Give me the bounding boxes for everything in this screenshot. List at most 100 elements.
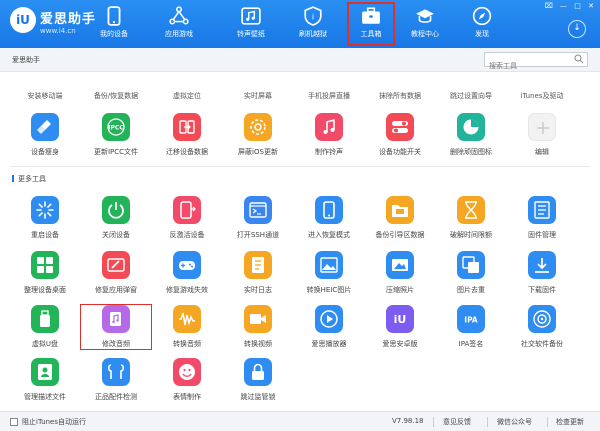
search-box[interactable] <box>484 52 588 73</box>
tool-toggle[interactable]: 设备功能开关 <box>365 113 435 157</box>
feedback-link[interactable]: 意见反馈 <box>443 417 471 427</box>
deactivate-icon <box>173 196 201 224</box>
tool-plus[interactable]: 编辑 <box>507 113 577 157</box>
itunes-block-checkbox[interactable] <box>10 418 18 426</box>
phone-icon <box>104 6 124 26</box>
log-icon <box>244 251 272 279</box>
tool-waveform[interactable]: 转换音频 <box>152 305 222 349</box>
tool-profile[interactable]: 管理描述文件 <box>10 358 80 402</box>
nav-item-4[interactable]: 工具箱 <box>347 2 395 46</box>
tool-play[interactable]: 爱思播放器 <box>294 305 364 349</box>
search-input[interactable] <box>485 59 571 73</box>
tool-label: 社交软件备份 <box>521 340 563 348</box>
tool-label: 迁移设备数据 <box>166 148 208 156</box>
nav-label: 工具箱 <box>360 30 382 38</box>
nav-item-5[interactable]: 教程中心 <box>401 2 449 46</box>
tool-loading[interactable]: 重启设备 <box>10 196 80 240</box>
tool-iu[interactable]: iU 爱思安卓版 <box>365 305 435 349</box>
tool-ipcc[interactable]: IPCC 更新IPCC文件 <box>81 113 151 157</box>
top-tool-label[interactable]: 备份/恢复数据 <box>81 91 151 101</box>
maximize-icon[interactable]: □ <box>574 2 581 10</box>
nav-item-6[interactable]: 发现 <box>458 2 506 46</box>
tool-bell[interactable]: 制作铃声 <box>294 113 364 157</box>
nav-item-3[interactable]: i 刷机越狱 <box>289 2 337 46</box>
tool-usb[interactable]: 虚拟U盘 <box>10 305 80 349</box>
grid-icon <box>31 251 59 279</box>
tool-image[interactable]: 转换HEIC图片 <box>294 251 364 295</box>
tool-hourglass[interactable]: 破解时间限额 <box>436 196 506 240</box>
tool-label: IPA签名 <box>458 340 484 348</box>
tool-emoji[interactable]: 表情制作 <box>152 358 222 402</box>
top-tool-label[interactable]: 安装移动端 <box>10 91 80 101</box>
broom-icon <box>31 113 59 141</box>
migrate-icon <box>173 113 201 141</box>
close-icon[interactable]: ✕ <box>588 2 594 10</box>
toggle-icon <box>386 113 414 141</box>
tool-chat[interactable]: 社交软件备份 <box>507 305 577 349</box>
emoji-icon <box>173 358 201 386</box>
tool-label: 跳过监管锁 <box>240 393 276 401</box>
tool-label: 备份引导区数据 <box>375 231 425 239</box>
audio-edit-icon <box>102 305 130 333</box>
tool-label: 转换HEIC图片 <box>306 286 352 294</box>
tool-terminal[interactable]: 打开SSH通道 <box>223 196 293 240</box>
loading-icon <box>31 196 59 224</box>
play-icon <box>315 305 343 333</box>
tool-phone[interactable]: 进入恢复模式 <box>294 196 364 240</box>
top-tool-label[interactable]: 跳过设置向导 <box>436 91 506 101</box>
tool-grid[interactable]: 整理设备桌面 <box>10 251 80 295</box>
tool-download[interactable]: 下载固件 <box>507 251 577 295</box>
svg-text:IPCC: IPCC <box>108 125 124 132</box>
nav-item-0[interactable]: 我的设备 <box>90 2 138 46</box>
tool-folder[interactable]: 备份引导区数据 <box>365 196 435 240</box>
tool-photo[interactable]: 压缩照片 <box>365 251 435 295</box>
tool-gamepad[interactable]: 修复游戏失效 <box>152 251 222 295</box>
tool-label: 固件管理 <box>528 231 556 239</box>
tool-dedupe[interactable]: 图片去重 <box>436 251 506 295</box>
tool-gear[interactable]: 屏蔽iOS更新 <box>223 113 293 157</box>
search-icon[interactable] <box>574 54 584 64</box>
ipcc-icon: IPCC <box>102 113 130 141</box>
tool-log[interactable]: 实时日志 <box>223 251 293 295</box>
top-tool-label[interactable]: 虚拟定位 <box>152 91 222 101</box>
tool-power[interactable]: 关闭设备 <box>81 196 151 240</box>
top-tool-label[interactable]: 实时屏幕 <box>223 91 293 101</box>
tool-label: 反激活设备 <box>169 231 205 239</box>
tool-repair[interactable]: 修复应用弹窗 <box>81 251 151 295</box>
hourglass-icon <box>457 196 485 224</box>
tool-video[interactable]: 转换视频 <box>223 305 293 349</box>
tool-list[interactable]: 固件管理 <box>507 196 577 240</box>
iu-icon: iU <box>386 305 414 333</box>
nav-item-2[interactable]: 铃声壁纸 <box>227 2 275 46</box>
minimize-icon[interactable]: — <box>560 2 567 10</box>
tool-lock[interactable]: 跳过监管锁 <box>223 358 293 402</box>
top-tool-label[interactable]: iTunes及驱动 <box>507 91 577 101</box>
tool-earphone[interactable]: 正品配件检测 <box>81 358 151 402</box>
pin-icon[interactable]: ⌧ <box>545 2 553 10</box>
compass-icon <box>472 6 492 26</box>
svg-text:i: i <box>312 12 314 21</box>
folder-icon <box>386 196 414 224</box>
bell-icon <box>315 113 343 141</box>
tool-migrate[interactable]: 迁移设备数据 <box>152 113 222 157</box>
power-icon <box>102 196 130 224</box>
download-icon[interactable]: ↓ <box>568 20 586 38</box>
nav-item-1[interactable]: 应用游戏 <box>155 2 203 46</box>
music-icon <box>241 6 261 26</box>
itunes-block-label[interactable]: 阻止iTunes自动运行 <box>22 417 86 427</box>
photo-icon <box>386 251 414 279</box>
tool-broom[interactable]: 设备瘦身 <box>10 113 80 157</box>
nav-label: 铃声壁纸 <box>237 30 265 38</box>
tool-label: 图片去重 <box>457 286 485 294</box>
top-tool-label[interactable]: 抹除所有数据 <box>365 91 435 101</box>
tool-deactivate[interactable]: 反激活设备 <box>152 196 222 240</box>
tool-audio-edit[interactable]: 修改音频 <box>80 304 152 350</box>
tool-pie[interactable]: 删除顽固图标 <box>436 113 506 157</box>
top-tools-labels: 安装移动端 备份/恢复数据 虚拟定位 实时屏幕 手机投屏直播 抹除所有数据 跳过设置向导 iT… <box>0 91 600 101</box>
tool-ipa[interactable]: IPA IPA签名 <box>436 305 506 349</box>
wechat-link[interactable]: 微信公众号 <box>497 417 532 427</box>
top-tool-label[interactable]: 手机投屏直播 <box>294 91 364 101</box>
usb-icon <box>31 305 59 333</box>
svg-text:IPA: IPA <box>464 316 478 325</box>
check-update-link[interactable]: 检查更新 <box>556 417 584 427</box>
